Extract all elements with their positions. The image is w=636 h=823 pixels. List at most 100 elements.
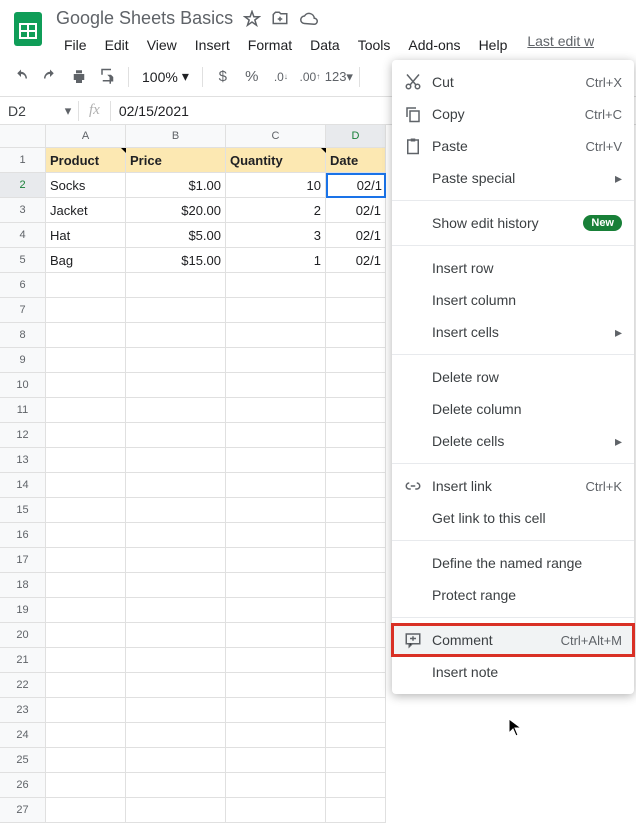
cell-C27[interactable] — [226, 798, 326, 823]
col-header-B[interactable]: B — [126, 125, 226, 148]
cell-A5[interactable]: Bag — [46, 248, 126, 273]
cell-C13[interactable] — [226, 448, 326, 473]
cell-D18[interactable] — [326, 573, 386, 598]
cell-D22[interactable] — [326, 673, 386, 698]
row-header-18[interactable]: 18 — [0, 573, 46, 598]
cell-A24[interactable] — [46, 723, 126, 748]
row-header-27[interactable]: 27 — [0, 798, 46, 823]
ctx-insert-link[interactable]: Insert linkCtrl+K — [392, 470, 634, 502]
cell-A20[interactable] — [46, 623, 126, 648]
cell-D6[interactable] — [326, 273, 386, 298]
cell-D3[interactable]: 02/1 — [326, 198, 386, 223]
cell-B12[interactable] — [126, 423, 226, 448]
cell-B17[interactable] — [126, 548, 226, 573]
cell-C15[interactable] — [226, 498, 326, 523]
row-header-17[interactable]: 17 — [0, 548, 46, 573]
increase-decimal-button[interactable]: .00↑ — [297, 64, 323, 90]
cell-D4[interactable]: 02/1 — [326, 223, 386, 248]
menu-view[interactable]: View — [139, 33, 185, 57]
cell-B4[interactable]: $5.00 — [126, 223, 226, 248]
cell-B5[interactable]: $15.00 — [126, 248, 226, 273]
cell-B19[interactable] — [126, 598, 226, 623]
cell-B8[interactable] — [126, 323, 226, 348]
row-header-7[interactable]: 7 — [0, 298, 46, 323]
cell-B15[interactable] — [126, 498, 226, 523]
cell-C17[interactable] — [226, 548, 326, 573]
cell-A27[interactable] — [46, 798, 126, 823]
cell-C25[interactable] — [226, 748, 326, 773]
ctx-cut[interactable]: CutCtrl+X — [392, 66, 634, 98]
cell-C24[interactable] — [226, 723, 326, 748]
cell-D16[interactable] — [326, 523, 386, 548]
cell-B9[interactable] — [126, 348, 226, 373]
ctx-paste-special[interactable]: Paste special▸ — [392, 162, 634, 194]
cell-C21[interactable] — [226, 648, 326, 673]
cell-A22[interactable] — [46, 673, 126, 698]
row-header-22[interactable]: 22 — [0, 673, 46, 698]
row-header-21[interactable]: 21 — [0, 648, 46, 673]
cell-A8[interactable] — [46, 323, 126, 348]
cell-B6[interactable] — [126, 273, 226, 298]
cell-D21[interactable] — [326, 648, 386, 673]
cell-A12[interactable] — [46, 423, 126, 448]
cloud-icon[interactable] — [299, 10, 319, 28]
cell-B22[interactable] — [126, 673, 226, 698]
cell-A14[interactable] — [46, 473, 126, 498]
name-box-dropdown[interactable]: ▾ — [58, 103, 78, 119]
cell-C10[interactable] — [226, 373, 326, 398]
menu-edit[interactable]: Edit — [97, 33, 137, 57]
paint-format-button[interactable] — [95, 64, 121, 90]
cell-B1[interactable]: Price — [126, 148, 226, 173]
ctx-define-the-named-range[interactable]: Define the named range — [392, 547, 634, 579]
cell-D11[interactable] — [326, 398, 386, 423]
cell-C20[interactable] — [226, 623, 326, 648]
star-icon[interactable] — [243, 10, 261, 28]
cell-A1[interactable]: Product — [46, 148, 126, 173]
cell-A25[interactable] — [46, 748, 126, 773]
row-header-1[interactable]: 1 — [0, 148, 46, 173]
cell-A7[interactable] — [46, 298, 126, 323]
cell-C16[interactable] — [226, 523, 326, 548]
cell-C9[interactable] — [226, 348, 326, 373]
cell-D14[interactable] — [326, 473, 386, 498]
ctx-insert-cells[interactable]: Insert cells▸ — [392, 316, 634, 348]
cell-D27[interactable] — [326, 798, 386, 823]
cell-D17[interactable] — [326, 548, 386, 573]
row-header-19[interactable]: 19 — [0, 598, 46, 623]
cell-D8[interactable] — [326, 323, 386, 348]
row-header-16[interactable]: 16 — [0, 523, 46, 548]
row-header-11[interactable]: 11 — [0, 398, 46, 423]
cell-C1[interactable]: Quantity — [226, 148, 326, 173]
col-header-C[interactable]: C — [226, 125, 326, 148]
row-header-5[interactable]: 5 — [0, 248, 46, 273]
row-header-8[interactable]: 8 — [0, 323, 46, 348]
row-header-26[interactable]: 26 — [0, 773, 46, 798]
sheets-logo[interactable] — [8, 8, 48, 48]
cell-D10[interactable] — [326, 373, 386, 398]
cell-D7[interactable] — [326, 298, 386, 323]
more-formats-button[interactable]: 123▾ — [326, 64, 352, 90]
cell-A17[interactable] — [46, 548, 126, 573]
cell-D13[interactable] — [326, 448, 386, 473]
ctx-insert-row[interactable]: Insert row — [392, 252, 634, 284]
row-header-24[interactable]: 24 — [0, 723, 46, 748]
cell-B10[interactable] — [126, 373, 226, 398]
col-header-A[interactable]: A — [46, 125, 126, 148]
cell-D19[interactable] — [326, 598, 386, 623]
cell-D5[interactable]: 02/1 — [326, 248, 386, 273]
cell-C7[interactable] — [226, 298, 326, 323]
col-header-D[interactable]: D — [326, 125, 386, 148]
undo-button[interactable] — [8, 64, 34, 90]
cell-D26[interactable] — [326, 773, 386, 798]
cell-A16[interactable] — [46, 523, 126, 548]
cell-C6[interactable] — [226, 273, 326, 298]
ctx-copy[interactable]: CopyCtrl+C — [392, 98, 634, 130]
cell-B20[interactable] — [126, 623, 226, 648]
redo-button[interactable] — [37, 64, 63, 90]
row-header-12[interactable]: 12 — [0, 423, 46, 448]
cell-A15[interactable] — [46, 498, 126, 523]
ctx-delete-row[interactable]: Delete row — [392, 361, 634, 393]
cell-D1[interactable]: Date — [326, 148, 386, 173]
menu-tools[interactable]: Tools — [350, 33, 399, 57]
cell-C23[interactable] — [226, 698, 326, 723]
